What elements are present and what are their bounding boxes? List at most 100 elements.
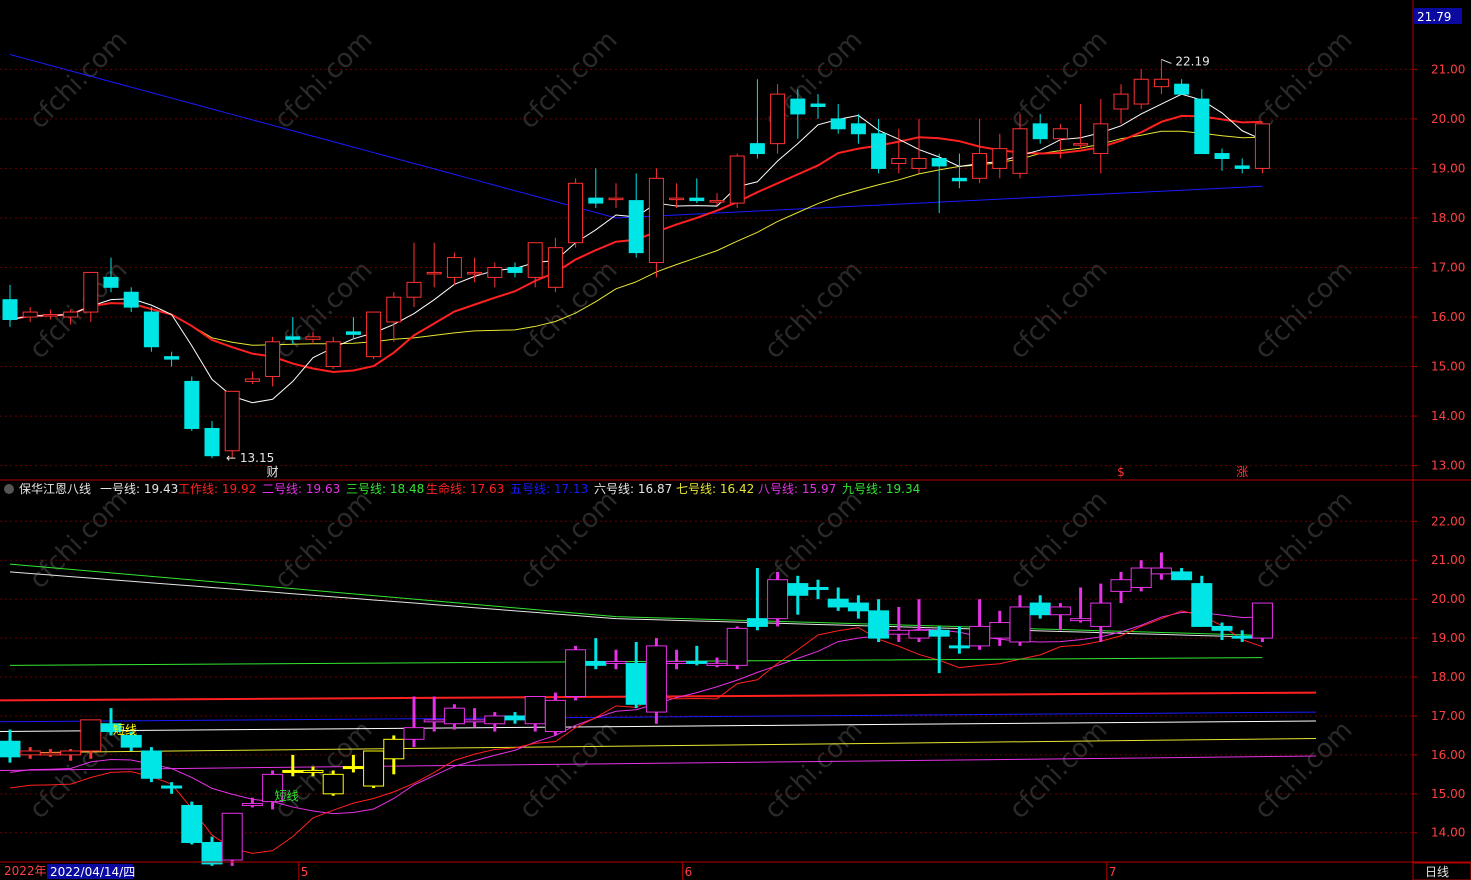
indicator-candle[interactable]	[767, 579, 789, 620]
candle[interactable]	[22, 311, 38, 318]
candle[interactable]	[972, 153, 988, 179]
candle[interactable]	[709, 200, 725, 203]
candle[interactable]	[648, 177, 664, 264]
candle[interactable]	[265, 341, 281, 377]
indicator-candle[interactable]	[1090, 602, 1112, 627]
candle[interactable]	[1174, 83, 1190, 95]
candle[interactable]	[366, 311, 382, 358]
candle[interactable]	[204, 427, 220, 457]
indicator-candle[interactable]	[39, 752, 61, 756]
candle[interactable]	[1012, 128, 1028, 174]
indicator-candle[interactable]	[302, 769, 324, 773]
indicator-candle[interactable]	[928, 629, 950, 637]
indicator-candle[interactable]	[746, 618, 768, 627]
candle[interactable]	[305, 336, 321, 340]
indicator-candle[interactable]	[1130, 567, 1152, 588]
indicator-candle[interactable]	[181, 804, 203, 843]
indicator-candle[interactable]	[1231, 635, 1253, 639]
candle[interactable]	[669, 197, 685, 201]
candle[interactable]	[1214, 153, 1230, 160]
candle[interactable]	[568, 182, 584, 244]
candle[interactable]	[83, 271, 99, 313]
candle[interactable]	[830, 118, 846, 130]
indicator-candle[interactable]	[80, 719, 102, 752]
indicator-candle[interactable]	[544, 699, 566, 733]
indicator-candle[interactable]	[524, 695, 546, 725]
candle[interactable]	[1073, 143, 1089, 146]
indicator-candle[interactable]	[1029, 602, 1051, 616]
indicator-candle[interactable]	[201, 841, 223, 865]
candle[interactable]	[871, 133, 887, 169]
candle[interactable]	[406, 281, 422, 298]
candle[interactable]	[345, 331, 361, 335]
indicator-candle[interactable]	[807, 586, 829, 590]
indicator-candle[interactable]	[686, 660, 708, 664]
candle[interactable]	[2, 299, 18, 320]
indicator-candle[interactable]	[282, 769, 304, 773]
indicator-candle[interactable]	[1070, 618, 1092, 622]
candle[interactable]	[1113, 93, 1129, 110]
candle[interactable]	[951, 177, 967, 182]
candle[interactable]	[850, 123, 866, 135]
indicator-candle[interactable]	[605, 660, 627, 664]
candle[interactable]	[1153, 78, 1169, 88]
candle[interactable]	[446, 257, 462, 278]
indicator-candle[interactable]	[585, 660, 607, 666]
indicator-candle[interactable]	[1251, 602, 1273, 639]
indicator-candle[interactable]	[0, 740, 21, 758]
indicator-candle[interactable]	[666, 660, 688, 664]
candle[interactable]	[42, 314, 58, 317]
indicator-candle[interactable]	[565, 649, 587, 697]
indicator-candle[interactable]	[1150, 567, 1172, 575]
indicator-candle[interactable]	[60, 750, 82, 756]
indicator-candle[interactable]	[19, 750, 41, 756]
indicator-candle[interactable]	[645, 645, 667, 713]
indicator-candle[interactable]	[908, 629, 930, 639]
candle[interactable]	[1093, 123, 1109, 155]
candle[interactable]	[1052, 128, 1068, 140]
indicator-candle[interactable]	[383, 738, 405, 760]
indicator-candle[interactable]	[888, 629, 910, 635]
indicator-candle[interactable]	[948, 645, 970, 649]
candle[interactable]	[992, 148, 1008, 169]
candle[interactable]	[1234, 165, 1250, 169]
candle[interactable]	[63, 311, 79, 318]
candle[interactable]	[1133, 78, 1149, 105]
indicator-menu-icon[interactable]	[4, 484, 14, 494]
candle[interactable]	[588, 197, 604, 204]
candle[interactable]	[770, 93, 786, 145]
candle[interactable]	[891, 158, 907, 164]
candle[interactable]	[426, 271, 442, 275]
candle[interactable]	[386, 296, 402, 323]
indicator-candle[interactable]	[706, 662, 728, 666]
indicator-candle[interactable]	[221, 812, 243, 861]
indicator-candle[interactable]	[1211, 625, 1233, 631]
indicator-candle[interactable]	[140, 750, 162, 779]
candle[interactable]	[628, 200, 644, 254]
indicator-candle[interactable]	[1110, 579, 1132, 592]
indicator-candle[interactable]	[969, 625, 991, 647]
indicator-candle[interactable]	[161, 785, 183, 789]
candle[interactable]	[244, 378, 260, 382]
candle[interactable]	[103, 276, 119, 288]
candle[interactable]	[184, 380, 200, 429]
indicator-candle[interactable]	[504, 715, 526, 721]
candle[interactable]	[547, 247, 563, 288]
candle[interactable]	[729, 155, 745, 204]
candle[interactable]	[507, 266, 523, 273]
candle[interactable]	[911, 158, 927, 169]
candle[interactable]	[143, 311, 159, 348]
candle[interactable]	[325, 341, 341, 368]
indicator-candle[interactable]	[443, 707, 465, 725]
indicator-candle[interactable]	[464, 719, 486, 723]
candle[interactable]	[689, 197, 705, 202]
indicator-candle[interactable]	[787, 583, 809, 596]
candle[interactable]	[810, 103, 826, 107]
indicator-candle[interactable]	[827, 598, 849, 608]
indicator-candle[interactable]	[322, 773, 344, 795]
stock-chart[interactable]: cfchi.com cfchi.com cfchi.com cfchi.com cfch…	[0, 0, 1471, 880]
candle[interactable]	[527, 242, 543, 278]
candle[interactable]	[467, 271, 483, 275]
indicator-candle[interactable]	[847, 602, 869, 612]
candle[interactable]	[224, 390, 240, 452]
